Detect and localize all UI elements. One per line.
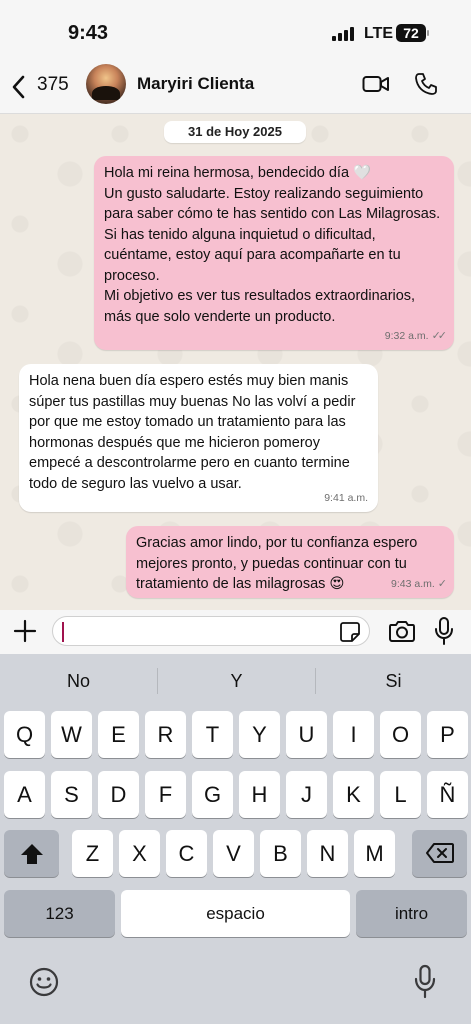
key-c[interactable]: C: [166, 830, 207, 877]
key-r[interactable]: R: [145, 711, 186, 758]
key-s[interactable]: S: [51, 771, 92, 818]
message-meta: 9:41 a.m.: [324, 488, 368, 509]
message-outgoing[interactable]: Gracias amor lindo, por tu confianza esp…: [126, 526, 454, 598]
suggestion-item[interactable]: Si: [316, 654, 471, 708]
camera-icon[interactable]: [388, 618, 416, 644]
chevron-left-icon: [12, 75, 25, 99]
key-j[interactable]: J: [286, 771, 327, 818]
network-type: LTE: [364, 25, 394, 42]
key-q[interactable]: Q: [4, 711, 45, 758]
key-i[interactable]: I: [333, 711, 374, 758]
emoji-icon[interactable]: [28, 966, 60, 998]
key-p[interactable]: P: [427, 711, 468, 758]
key-y[interactable]: Y: [239, 711, 280, 758]
contact-name[interactable]: Maryiri Clienta: [137, 74, 254, 94]
status-bar: 9:43 LTE 72: [0, 0, 471, 62]
battery-tip: [427, 30, 429, 36]
video-camera-icon[interactable]: [362, 72, 390, 96]
keyboard: No Y Si Q W E R T Y U I O P A S D F G H …: [0, 654, 471, 1024]
message-incoming[interactable]: Hola nena buen día espero estés muy bien…: [19, 364, 378, 512]
key-m[interactable]: M: [354, 830, 395, 877]
read-receipt-icon: ✓✓: [431, 329, 448, 342]
suggestion-item[interactable]: Y: [158, 654, 315, 708]
message-text: Hola nena buen día espero estés muy bien…: [29, 373, 356, 492]
signal-strength-icon: [332, 27, 356, 41]
composer-bar: [0, 610, 471, 654]
key-n[interactable]: N: [307, 830, 348, 877]
backspace-icon: [425, 843, 454, 863]
key-o[interactable]: O: [380, 711, 421, 758]
message-time: 9:41 a.m.: [324, 491, 368, 504]
message-outgoing[interactable]: Hola mi reina hermosa, bendecido día 🤍 U…: [94, 156, 454, 350]
status-time: 9:43: [68, 22, 109, 44]
chat-area[interactable]: 31 de Hoy 2025 Hola mi reina hermosa, be…: [0, 114, 471, 610]
suggestion-bar: No Y Si: [0, 654, 471, 708]
key-d[interactable]: D: [98, 771, 139, 818]
key-e[interactable]: E: [98, 711, 139, 758]
shift-key[interactable]: [4, 830, 59, 877]
key-t[interactable]: T: [192, 711, 233, 758]
sent-check-icon: ✓: [437, 577, 447, 590]
return-key[interactable]: intro: [356, 890, 467, 937]
battery-icon: 72: [396, 24, 426, 42]
text-caret: [62, 622, 64, 642]
message-text: Hola mi reina hermosa, bendecido día 🤍 U…: [104, 165, 441, 325]
delete-key[interactable]: [412, 830, 467, 877]
space-key[interactable]: espacio: [121, 890, 350, 937]
key-u[interactable]: U: [286, 711, 327, 758]
plus-icon[interactable]: [12, 618, 38, 644]
back-button[interactable]: 375: [12, 72, 74, 102]
key-h[interactable]: H: [239, 771, 280, 818]
key-x[interactable]: X: [119, 830, 160, 877]
key-f[interactable]: F: [145, 771, 186, 818]
key-b[interactable]: B: [260, 830, 301, 877]
message-meta: 9:43 a.m. ✓: [391, 574, 447, 595]
suggestion-item[interactable]: No: [0, 654, 157, 708]
dictation-microphone-icon[interactable]: [414, 964, 436, 1000]
message-meta: 9:32 a.m. ✓✓: [384, 326, 448, 347]
key-z[interactable]: Z: [72, 830, 113, 877]
key-a[interactable]: A: [4, 771, 45, 818]
shift-arrow-icon: [20, 844, 43, 864]
battery-level: 72: [403, 25, 419, 41]
message-time: 9:43 a.m.: [391, 577, 435, 590]
chat-header: 375 Maryiri Clienta: [0, 62, 471, 114]
sticker-icon[interactable]: [339, 621, 361, 643]
numbers-key[interactable]: 123: [4, 890, 115, 937]
phone-icon[interactable]: [414, 72, 438, 96]
key-k[interactable]: K: [333, 771, 374, 818]
message-input[interactable]: [52, 616, 370, 646]
key-w[interactable]: W: [51, 711, 92, 758]
message-time: 9:32 a.m.: [384, 329, 429, 342]
microphone-icon[interactable]: [434, 616, 454, 646]
date-chip: 31 de Hoy 2025: [164, 121, 306, 143]
key-g[interactable]: G: [192, 771, 233, 818]
key-n-tilde[interactable]: Ñ: [427, 771, 468, 818]
key-v[interactable]: V: [213, 830, 254, 877]
unread-count: 375: [37, 74, 69, 95]
avatar[interactable]: [86, 64, 126, 104]
key-l[interactable]: L: [380, 771, 421, 818]
